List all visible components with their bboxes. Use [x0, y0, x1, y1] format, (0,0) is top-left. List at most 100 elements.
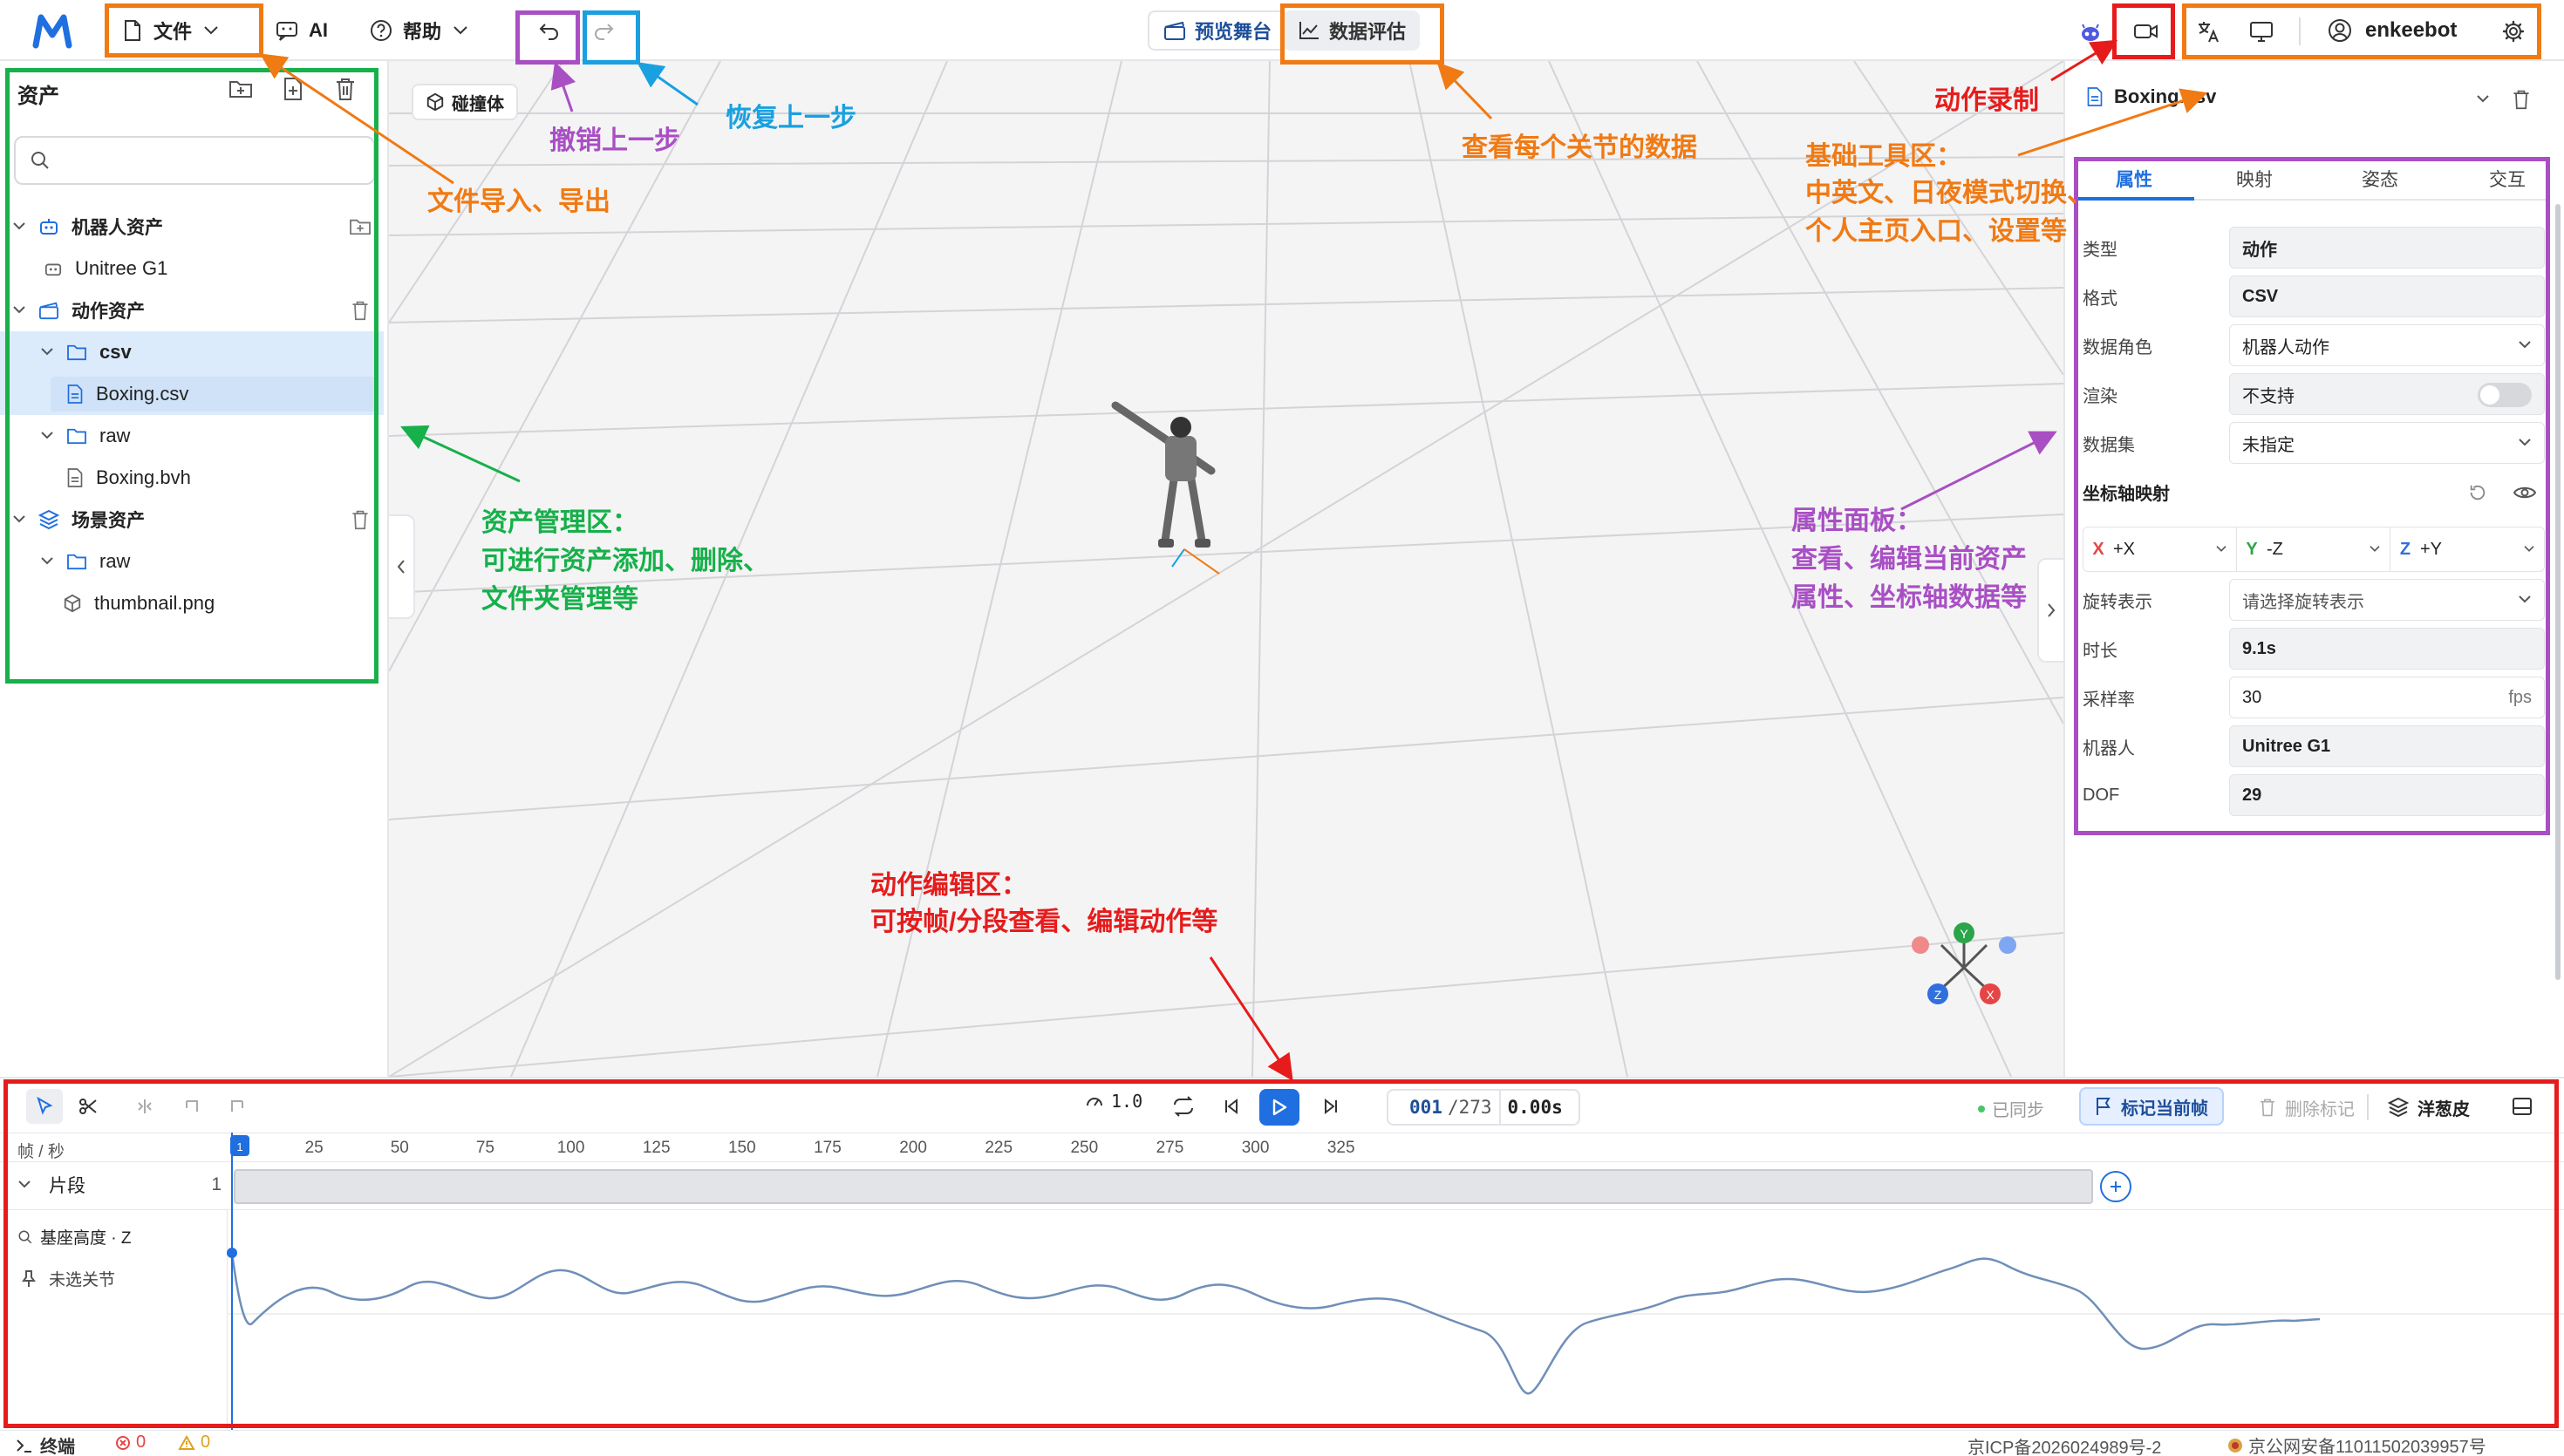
tree-folder-raw[interactable]: raw [0, 415, 384, 457]
error-count[interactable]: 0 [115, 1432, 146, 1453]
copilot-button[interactable] [2076, 17, 2105, 47]
chevron-down-icon[interactable] [2475, 94, 2491, 105]
chevron-down-icon [18, 1180, 31, 1188]
mark-frame-button[interactable]: 标记当前帧 [2079, 1087, 2224, 1126]
profile-button[interactable]: enkeebot [2327, 10, 2457, 51]
annotation-assets-1: 资产管理区： [481, 508, 638, 537]
file-menu-button[interactable]: 文件 [122, 10, 220, 51]
property-scrollbar[interactable] [2555, 204, 2561, 980]
tree-robot-assets[interactable]: 机器人资产 [0, 206, 384, 248]
loop-icon[interactable] [1172, 1096, 1195, 1117]
new-file-button[interactable] [283, 77, 303, 101]
chevron-down-icon [2216, 546, 2226, 552]
settings-button[interactable] [2496, 14, 2531, 49]
trash-icon[interactable] [351, 300, 370, 321]
folder-plus-icon [229, 81, 252, 98]
collapse-right-handle[interactable] [2037, 558, 2063, 663]
reset-icon[interactable] [2468, 483, 2487, 502]
trash-icon[interactable] [351, 509, 370, 530]
playhead[interactable] [231, 1133, 233, 1211]
axis-gizmo[interactable]: Y X Z [1912, 922, 2016, 1004]
cut-tool[interactable] [70, 1089, 106, 1124]
speed-control[interactable]: 1.0 [1085, 1091, 1142, 1112]
police-link[interactable]: 京公网安备11011502039957号 [2227, 1432, 2486, 1456]
axis-y-select[interactable]: Y -Z [2237, 527, 2390, 571]
app-logo[interactable] [30, 9, 75, 54]
undo-button[interactable] [523, 14, 576, 49]
ruler-tick-label: 175 [814, 1139, 842, 1157]
chevron-down-icon [13, 222, 25, 230]
delete-asset-button[interactable] [335, 77, 356, 101]
render-toggle[interactable] [2478, 383, 2532, 407]
terminal-toggle[interactable]: 终端 [16, 1432, 75, 1456]
tree-file-csv[interactable]: Boxing.csv [0, 373, 384, 415]
mark-frame-label: 标记当前帧 [2121, 1099, 2208, 1119]
redo-button[interactable] [577, 14, 630, 49]
prop-rate-input[interactable]: 30 fps [2229, 677, 2545, 718]
trim-end-icon[interactable] [228, 1098, 246, 1115]
tree-scene-png[interactable]: thumbnail.png [0, 582, 384, 624]
skip-back-icon[interactable] [1223, 1098, 1240, 1115]
icp-link[interactable]: 京ICP备2026024989号-2 [1967, 1433, 2161, 1456]
file-text-icon [2087, 87, 2103, 106]
segment-track-header[interactable]: 片段 1 [17, 1167, 227, 1202]
trim-start-icon[interactable] [183, 1098, 201, 1115]
prop-dataset-label: 数据集 [2083, 435, 2135, 455]
tree-robot-item[interactable]: Unitree G1 [0, 248, 384, 289]
tab-pose[interactable]: 姿态 [2362, 166, 2398, 192]
prop-rotation-select[interactable]: 请选择旋转表示 [2229, 579, 2545, 621]
tree-folder-csv[interactable]: csv [0, 331, 384, 373]
tree-scene-raw[interactable]: raw [0, 541, 384, 582]
theme-toggle[interactable] [2241, 14, 2281, 49]
annotation-recording: 动作录制 [1934, 86, 2039, 115]
skip-forward-icon[interactable] [1322, 1098, 1340, 1115]
trash-icon[interactable] [2512, 89, 2531, 110]
asset-search[interactable] [14, 136, 375, 185]
delete-mark-button[interactable]: 删除标记 [2250, 1089, 2363, 1126]
toolbar-divider [2299, 17, 2301, 45]
prop-dataset-select[interactable]: 未指定 [2229, 422, 2545, 464]
segment-clip[interactable] [234, 1169, 2093, 1204]
chevron-left-icon [397, 560, 405, 574]
curve-graph[interactable] [227, 1209, 2564, 1432]
new-folder-button[interactable] [228, 78, 253, 99]
ai-button[interactable]: AI [276, 10, 328, 51]
eye-icon[interactable] [2513, 485, 2536, 500]
language-toggle[interactable] [2189, 14, 2229, 49]
flag-icon [2097, 1098, 2111, 1115]
ruler[interactable]: 帧 / 秒 1 25 50 75 100 125 150 175 200 225 250 275 30… [0, 1133, 2564, 1162]
robot-model[interactable] [1111, 401, 1220, 575]
record-button[interactable] [2119, 14, 2173, 49]
asset-search-input[interactable] [59, 149, 356, 172]
folder-plus-icon[interactable] [349, 217, 372, 236]
axis-map-header: 坐标轴映射 [2083, 480, 2545, 505]
tab-mapping[interactable]: 映射 [2236, 166, 2273, 192]
tree-scene-assets[interactable]: 场景资产 [0, 499, 384, 541]
tree-file-bvh[interactable]: Boxing.bvh [0, 457, 384, 499]
axis-x-select[interactable]: X +X [2083, 527, 2237, 571]
axis-z-select[interactable]: Z +Y [2390, 527, 2544, 571]
help-menu-button[interactable]: 帮助 [370, 10, 469, 51]
curve-channel-label[interactable]: 基座高度 · Z [17, 1225, 132, 1248]
play-button[interactable] [1259, 1089, 1299, 1126]
tab-data-eval[interactable]: 数据评估 [1284, 10, 1421, 51]
ruler-tick-label: 100 [556, 1139, 585, 1157]
help-label: 帮助 [403, 21, 442, 43]
warning-count[interactable]: 0 [178, 1432, 210, 1453]
chevron-down-icon [41, 557, 53, 565]
collapse-left-handle[interactable] [389, 514, 415, 619]
split-icon[interactable] [136, 1098, 153, 1115]
collider-button[interactable]: 碰撞体 [412, 84, 518, 120]
tab-preview-stage[interactable]: 预览舞台 [1148, 10, 1288, 51]
frame-counter[interactable]: 001 /273 0.00s [1387, 1089, 1580, 1126]
tree-motion-assets[interactable]: 动作资产 [0, 289, 384, 331]
onion-skin-button[interactable]: 洋葱皮 [2388, 1089, 2470, 1126]
time-display: 0.00s [1498, 1090, 1579, 1125]
prop-role-select[interactable]: 机器人动作 [2229, 324, 2545, 366]
add-segment-button[interactable] [2100, 1171, 2131, 1202]
panel-toggle-icon[interactable] [2512, 1096, 2533, 1117]
joint-selector[interactable]: 未选关节 [21, 1267, 115, 1290]
tab-interaction[interactable]: 交互 [2489, 166, 2526, 192]
select-tool[interactable] [26, 1089, 63, 1124]
tab-properties[interactable]: 属性 [2116, 166, 2152, 192]
